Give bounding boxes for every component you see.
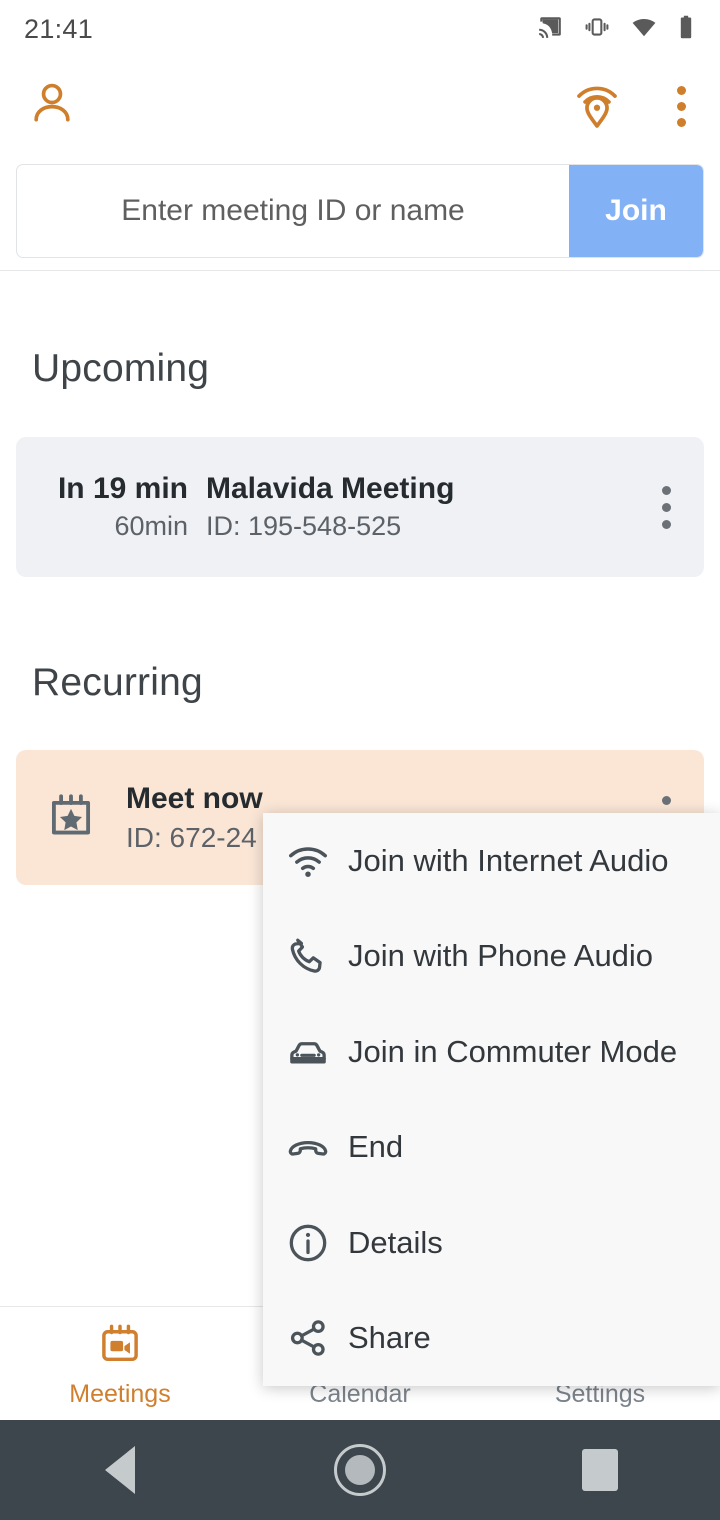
upcoming-meeting-name: Malavida Meeting [206,472,455,506]
car-icon [286,1030,348,1074]
recents-square-icon [582,1449,618,1491]
app-bar [0,58,720,154]
header-divider [0,270,720,271]
android-recents-button[interactable] [540,1449,660,1491]
status-time: 21:41 [24,13,94,44]
more-vert-icon [677,85,686,95]
wifi-icon [629,14,659,45]
android-home-button[interactable] [300,1444,420,1496]
menu-item-share[interactable]: Share [263,1291,720,1387]
cast-icon [535,14,565,45]
app-bar-actions [569,76,694,137]
person-icon [26,83,78,134]
back-triangle-icon [105,1446,135,1494]
calendar-star-icon [44,788,98,847]
bottom-nav-item-meetings[interactable]: Meetings [0,1321,240,1409]
more-vert-icon [661,502,671,512]
menu-label-share: Share [348,1320,431,1356]
share-icon [286,1316,348,1360]
call-end-icon [286,1125,348,1169]
upcoming-duration: 60min [114,510,188,541]
upcoming-meeting-kebab-button[interactable] [628,485,704,529]
menu-label-join-commuter-mode: Join in Commuter Mode [348,1033,678,1069]
more-vert-icon [661,796,671,805]
nearby-pin-icon [569,86,625,136]
app-screen: 21:41 Enter meeting ID or name Join Upco… [0,0,720,1520]
upcoming-meeting-card[interactable]: In 19 min 60min Malavida Meeting ID: 195… [16,437,704,577]
join-meeting-bar: Join [16,164,704,258]
menu-label-join-phone-audio: Join with Phone Audio [348,938,654,974]
android-navigation-bar [0,1420,720,1520]
more-vert-icon [677,101,686,111]
nearby-button[interactable] [569,76,625,137]
section-title-recurring: Recurring [32,661,203,704]
status-bar: 21:41 [0,0,720,58]
profile-button[interactable] [26,78,78,135]
vibrate-icon [582,14,612,45]
upcoming-when: In 19 min [57,472,188,506]
home-circle-icon [334,1444,386,1496]
menu-item-join-commuter-mode[interactable]: Join in Commuter Mode [263,1004,720,1100]
info-circle-icon [286,1221,348,1265]
upcoming-meeting-id: ID: 195-548-525 [206,510,402,541]
bottom-nav-label-meetings: Meetings [69,1380,171,1408]
phone-icon [286,934,348,978]
battery-icon [676,14,696,45]
meeting-context-menu: Join with Internet Audio Join with Phone… [263,813,720,1386]
upcoming-time-block: In 19 min 60min [16,469,206,544]
calendar-video-icon [97,1321,143,1372]
menu-item-join-phone-audio[interactable]: Join with Phone Audio [263,909,720,1005]
menu-label-join-internet-audio: Join with Internet Audio [348,842,669,878]
overflow-menu-button[interactable] [669,80,694,133]
menu-item-end[interactable]: End [263,1100,720,1196]
menu-item-details[interactable]: Details [263,1195,720,1291]
recurring-card-icon-wrap [16,788,126,847]
wifi-icon [286,839,348,883]
section-title-upcoming: Upcoming [32,347,210,390]
search-input[interactable] [17,165,569,257]
menu-label-details: Details [348,1224,443,1260]
join-button[interactable]: Join [569,165,703,257]
more-vert-icon [661,485,671,495]
android-back-button[interactable] [60,1446,180,1494]
menu-item-join-internet-audio[interactable]: Join with Internet Audio [263,813,720,909]
menu-label-end: End [348,1129,404,1165]
more-vert-icon [677,117,686,127]
status-icon-group [535,14,696,45]
upcoming-info-block: Malavida Meeting ID: 195-548-525 [206,469,628,544]
more-vert-icon [661,519,671,529]
